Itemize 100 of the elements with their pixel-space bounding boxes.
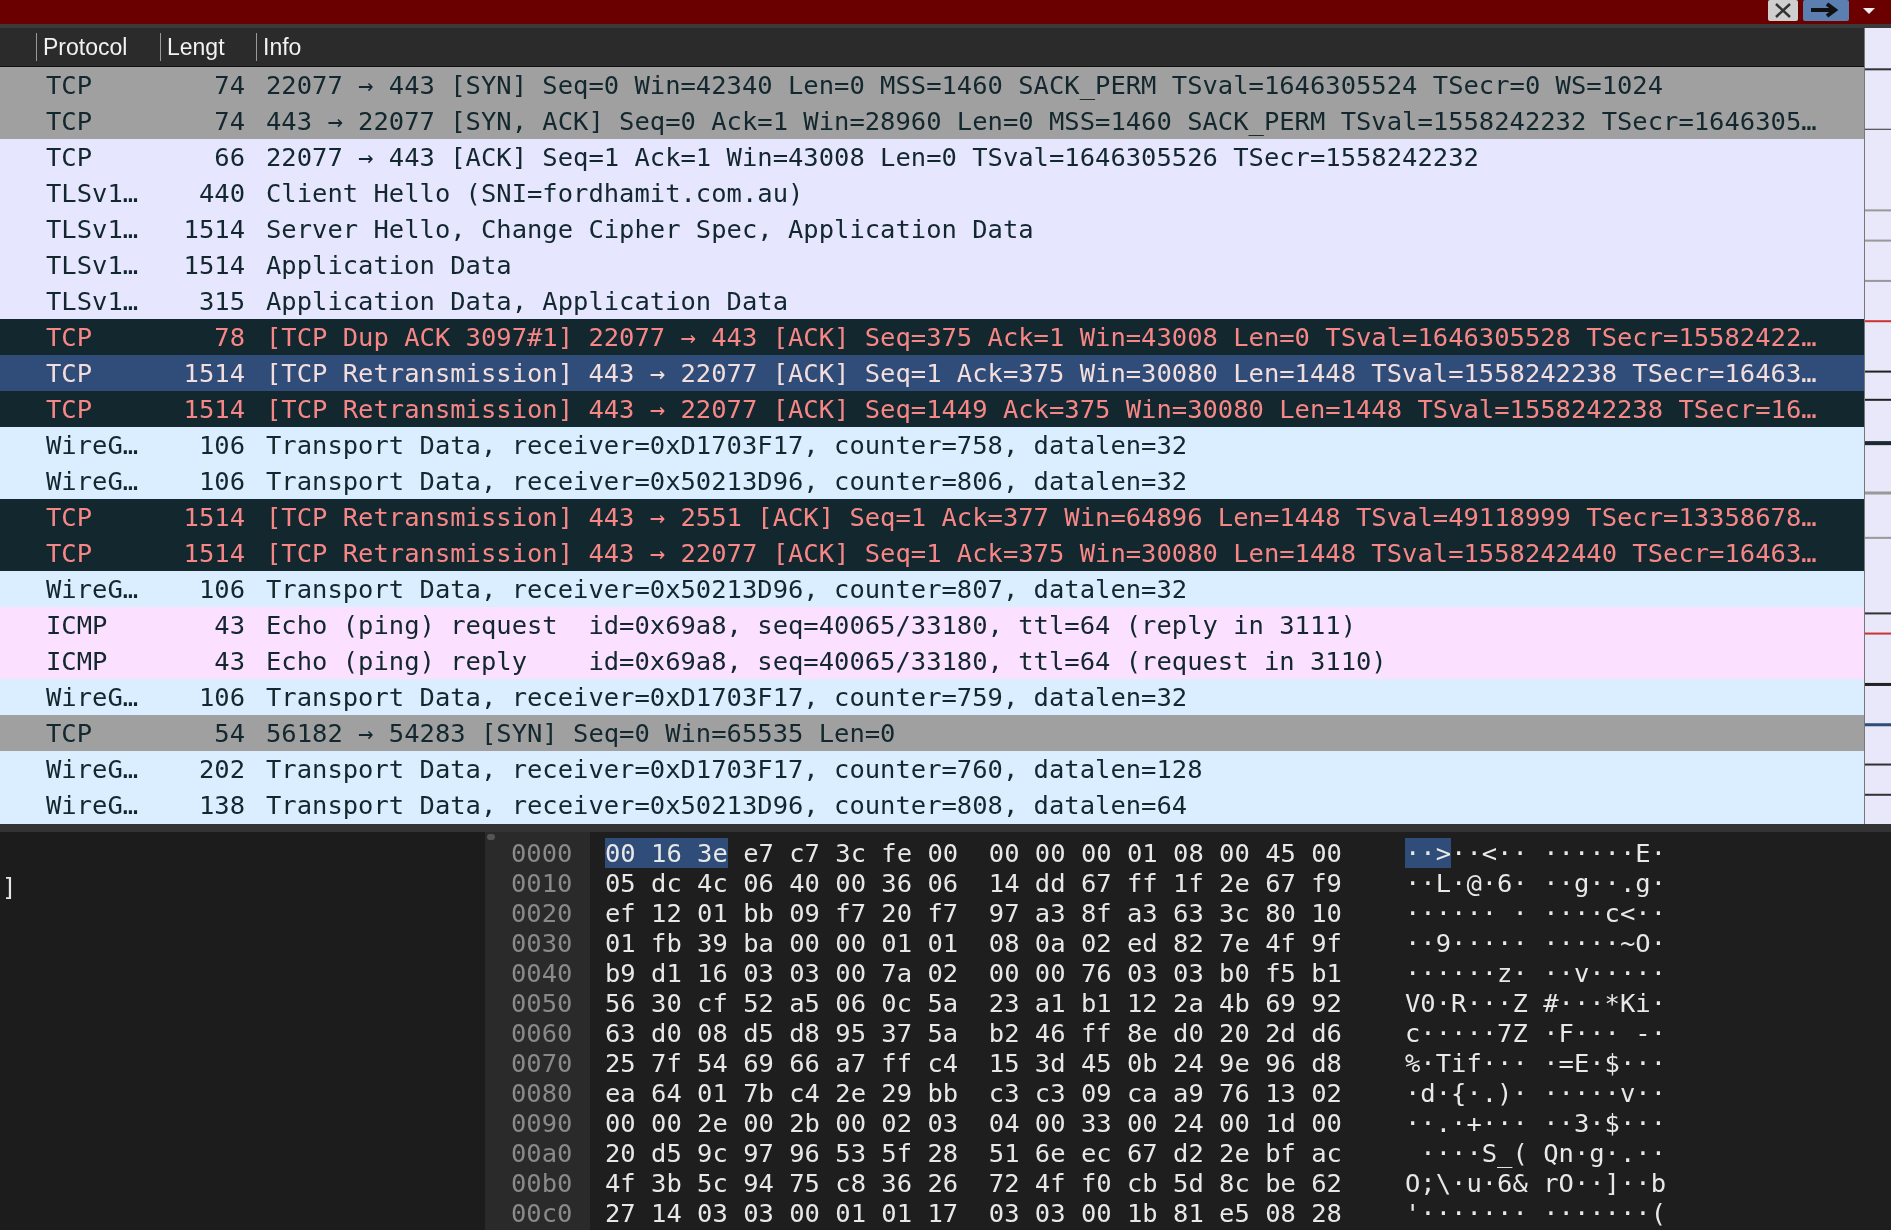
length-cell-text: 43 bbox=[213, 610, 245, 640]
packet-row[interactable]: TCP 74 22077 → 443 [SYN] Seq=0 Win=42340 Len=0 MSS=1460 SACK_PERM TSval=1646305524 TSecr=0 WS=1024 bbox=[0, 67, 1864, 103]
offset-label: 00a0 bbox=[510, 1138, 574, 1168]
protocol-cell-text: TLSv1… bbox=[46, 250, 140, 280]
close-icon[interactable] bbox=[1767, 0, 1799, 22]
packet-row[interactable]: TCP 66 22077 → 443 [ACK] Seq=1 Ack=1 Win=43008 Len=0 TSval=1646305526 TSecr=1558242232 bbox=[0, 139, 1864, 175]
protocol-cell-text: TCP bbox=[46, 70, 94, 100]
length-cell-text: 1514 bbox=[182, 394, 245, 424]
offset-label: 0070 bbox=[510, 1048, 574, 1078]
info-cell: Transport Data, receiver=0xD1703F17, counter=759, datalen=32 bbox=[266, 682, 1188, 712]
info-cell: [TCP Retransmission] 443 → 22077 [ACK] Seq=1 Ack=375 Win=30080 Len=1448 TSval=1558242440 TSecr=16463… bbox=[266, 538, 1817, 568]
offset-label: 0040 bbox=[510, 958, 574, 988]
column-header[interactable]: Protocol bbox=[43, 33, 128, 61]
hex-bytes[interactable]: 56 30 cf 52 a5 06 0c 5a 23 a1 b1 12 2a 4b 69 92 bbox=[605, 988, 1405, 1018]
info-cell: 22077 → 443 [SYN] Seq=0 Win=42340 Len=0 MSS=1460 SACK_PERM TSval=1646305524 TSecr=0 WS=1024 bbox=[266, 70, 1664, 100]
info-cell: Transport Data, receiver=0x50213D96, counter=806, datalen=32 bbox=[266, 466, 1188, 496]
length-cell-text: 106 bbox=[197, 682, 245, 712]
protocol-cell-text: WireG… bbox=[46, 430, 140, 460]
offset-label: 0020 bbox=[510, 898, 574, 928]
packet-row[interactable]: TCP 1514 [TCP Retransmission] 443 → 22077 [ACK] Seq=1 Ack=375 Win=30080 Len=1448 TSval=1558242440 TSecr=16463… bbox=[0, 535, 1864, 571]
ascii-bytes[interactable]: ··9····· ·····~O· bbox=[1405, 928, 1666, 958]
offset-label: 0080 bbox=[510, 1078, 574, 1108]
protocol-cell-text: TLSv1… bbox=[46, 214, 140, 244]
packet-row[interactable]: TCP 54 56182 → 54283 [SYN] Seq=0 Win=65535 Len=0 bbox=[0, 715, 1864, 751]
info-cell: Transport Data, receiver=0xD1703F17, counter=758, datalen=32 bbox=[266, 430, 1188, 460]
hex-bytes[interactable]: 00 16 3e e7 c7 3c fe 00 00 00 00 01 08 00 45 00 bbox=[605, 838, 1405, 868]
ascii-bytes[interactable]: ··>··<·· ······E· bbox=[1405, 838, 1666, 868]
protocol-cell-text: TCP bbox=[46, 106, 94, 136]
packet-row[interactable]: TLSv1… 1514 Application Data bbox=[0, 247, 1864, 283]
info-cell: Transport Data, receiver=0xD1703F17, counter=760, datalen=128 bbox=[266, 754, 1203, 784]
offset-label: 0050 bbox=[510, 988, 574, 1018]
info-cell: Echo (ping) request id=0x69a8, seq=40065/33180, ttl=64 (reply in 3111) bbox=[266, 610, 1356, 640]
arrow-right-icon[interactable] bbox=[1803, 0, 1849, 22]
splitter-handle[interactable] bbox=[487, 834, 495, 840]
length-cell-text: 106 bbox=[197, 430, 245, 460]
packet-row[interactable]: TCP 74 443 → 22077 [SYN, ACK] Seq=0 Ack=1 Win=28960 Len=0 MSS=1460 SACK_PERM TSval=1558242232 TSecr=1646305… bbox=[0, 103, 1864, 139]
column-header[interactable]: Lengt bbox=[167, 33, 225, 61]
offset-label: 0030 bbox=[510, 928, 574, 958]
info-cell: [TCP Retransmission] 443 → 22077 [ACK] Seq=1449 Ack=375 Win=30080 Len=1448 TSval=1558242238 TSecr=16… bbox=[266, 394, 1817, 424]
ascii-bytes[interactable]: ··.·+··· ··3·$··· bbox=[1405, 1108, 1666, 1138]
hex-bytes[interactable]: ef 12 01 bb 09 f7 20 f7 97 a3 8f a3 63 3c 80 10 bbox=[605, 898, 1405, 928]
length-cell-text: 74 bbox=[213, 106, 245, 136]
hex-bytes[interactable]: ea 64 01 7b c4 2e 29 bb c3 c3 09 ca a9 76 13 02 bbox=[605, 1078, 1405, 1108]
packet-row[interactable]: ICMP 43 Echo (ping) reply id=0x69a8, seq=40065/33180, ttl=64 (request in 3110) bbox=[0, 643, 1864, 679]
packet-row[interactable]: TCP 1514 [TCP Retransmission] 443 → 22077 [ACK] Seq=1449 Ack=375 Win=30080 Len=1448 TSval=1558242238 TSecr=16… bbox=[0, 391, 1864, 427]
length-cell-text: 43 bbox=[213, 646, 245, 676]
length-cell-text: 315 bbox=[197, 286, 245, 316]
info-cell: Server Hello, Change Cipher Spec, Application Data bbox=[266, 214, 1034, 244]
ascii-bytes[interactable]: ····S_( Qn·g·.·· bbox=[1405, 1138, 1666, 1168]
offset-label: 0090 bbox=[510, 1108, 574, 1138]
hex-bytes[interactable]: 63 d0 08 d5 d8 95 37 5a b2 46 ff 8e d0 20 2d d6 bbox=[605, 1018, 1405, 1048]
ascii-bytes[interactable]: ······z· ··v····· bbox=[1405, 958, 1666, 988]
ascii-bytes[interactable]: O;\·u·6& rO··]··b bbox=[1405, 1168, 1666, 1198]
hex-bytes[interactable]: 05 dc 4c 06 40 00 36 06 14 dd 67 ff 1f 2e 67 f9 bbox=[605, 868, 1405, 898]
ascii-bytes[interactable]: V0·R···Z #···*Ki· bbox=[1405, 988, 1666, 1018]
length-cell-text: 106 bbox=[197, 466, 245, 496]
ascii-bytes[interactable]: ··L·@·6· ··g··.g· bbox=[1405, 868, 1666, 898]
length-cell-text: 78 bbox=[213, 322, 245, 352]
ascii-bytes[interactable]: '······· ·······( bbox=[1405, 1198, 1666, 1228]
offset-label: 0000 bbox=[510, 838, 574, 868]
packet-row[interactable]: TLSv1… 440 Client Hello (SNI=fordhamit.com.au) bbox=[0, 175, 1864, 211]
protocol-cell-text: WireG… bbox=[46, 574, 140, 604]
hex-bytes[interactable]: 4f 3b 5c 94 75 c8 36 26 72 4f f0 cb 5d 8c be 62 bbox=[605, 1168, 1405, 1198]
hex-bytes[interactable]: b9 d1 16 03 03 00 7a 02 00 00 76 03 03 b0 f5 b1 bbox=[605, 958, 1405, 988]
ascii-bytes[interactable]: ······ · ····c<·· bbox=[1405, 898, 1666, 928]
hex-bytes[interactable]: 00 00 2e 00 2b 00 02 03 04 00 33 00 24 00 1d 00 bbox=[605, 1108, 1405, 1138]
ascii-bytes[interactable]: %·Tif··· ·=E·$··· bbox=[1405, 1048, 1666, 1078]
hex-bytes[interactable]: 01 fb 39 ba 00 00 01 01 08 0a 02 ed 82 7e 4f 9f bbox=[605, 928, 1405, 958]
protocol-cell-text: TCP bbox=[46, 502, 94, 532]
packet-row[interactable]: TCP 1514 [TCP Retransmission] 443 → 22077 [ACK] Seq=1 Ack=375 Win=30080 Len=1448 TSval=1558242238 TSecr=16463… bbox=[0, 355, 1864, 391]
info-cell: Client Hello (SNI=fordhamit.com.au) bbox=[266, 178, 804, 208]
protocol-cell-text: TCP bbox=[46, 394, 94, 424]
packet-row[interactable]: ICMP 43 Echo (ping) request id=0x69a8, seq=40065/33180, ttl=64 (reply in 3111) bbox=[0, 607, 1864, 643]
packet-row[interactable]: TCP 78 [TCP Dup ACK 3097#1] 22077 → 443 [ACK] Seq=375 Ack=1 Win=43008 Len=0 TSval=1646305528 TSecr=15582422… bbox=[0, 319, 1864, 355]
info-cell: 56182 → 54283 [SYN] Seq=0 Win=65535 Len=0 bbox=[266, 718, 896, 748]
info-cell: Application Data, Application Data bbox=[266, 286, 788, 316]
ascii-bytes[interactable]: ·d·{·.)· ·····v·· bbox=[1405, 1078, 1666, 1108]
ascii-bytes[interactable]: c·····7Z ·F··· -· bbox=[1405, 1018, 1666, 1048]
hex-bytes[interactable]: 20 d5 9c 97 96 53 5f 28 51 6e ec 67 d2 2e bf ac bbox=[605, 1138, 1405, 1168]
length-cell-text: 138 bbox=[197, 790, 245, 820]
length-cell-text: 74 bbox=[213, 70, 245, 100]
protocol-cell-text: TCP bbox=[46, 322, 94, 352]
caret-down-icon[interactable] bbox=[1861, 6, 1877, 16]
column-header[interactable]: Info bbox=[263, 33, 302, 61]
packet-row[interactable]: TCP 1514 [TCP Retransmission] 443 → 2551 [ACK] Seq=1 Ack=377 Win=64896 Len=1448 TSval=49118999 TSecr=13358678… bbox=[0, 499, 1864, 535]
length-cell-text: 1514 bbox=[182, 214, 245, 244]
info-cell: [TCP Dup ACK 3097#1] 22077 → 443 [ACK] Seq=375 Ack=1 Win=43008 Len=0 TSval=1646305528 TSecr=15582422… bbox=[266, 322, 1817, 352]
hex-bytes[interactable]: 25 7f 54 69 66 a7 ff c4 15 3d 45 0b 24 9e 96 d8 bbox=[605, 1048, 1405, 1078]
offset-label: 0010 bbox=[510, 868, 574, 898]
packet-row[interactable]: TLSv1… 1514 Server Hello, Change Cipher Spec, Application Data bbox=[0, 211, 1864, 247]
packet-row[interactable]: TLSv1… 315 Application Data, Application Data bbox=[0, 283, 1864, 319]
protocol-cell-text: WireG… bbox=[46, 754, 140, 784]
hex-bytes[interactable]: 27 14 03 03 00 01 01 17 03 03 00 1b 81 e5 08 28 bbox=[605, 1198, 1405, 1228]
protocol-cell-text: WireG… bbox=[46, 682, 140, 712]
protocol-cell-text: ICMP bbox=[46, 610, 109, 640]
length-cell-text: 1514 bbox=[182, 250, 245, 280]
length-cell-text: 202 bbox=[197, 754, 245, 784]
packet-minimap[interactable] bbox=[1864, 28, 1891, 824]
length-cell-text: 1514 bbox=[182, 538, 245, 568]
length-cell-text: 1514 bbox=[182, 358, 245, 388]
